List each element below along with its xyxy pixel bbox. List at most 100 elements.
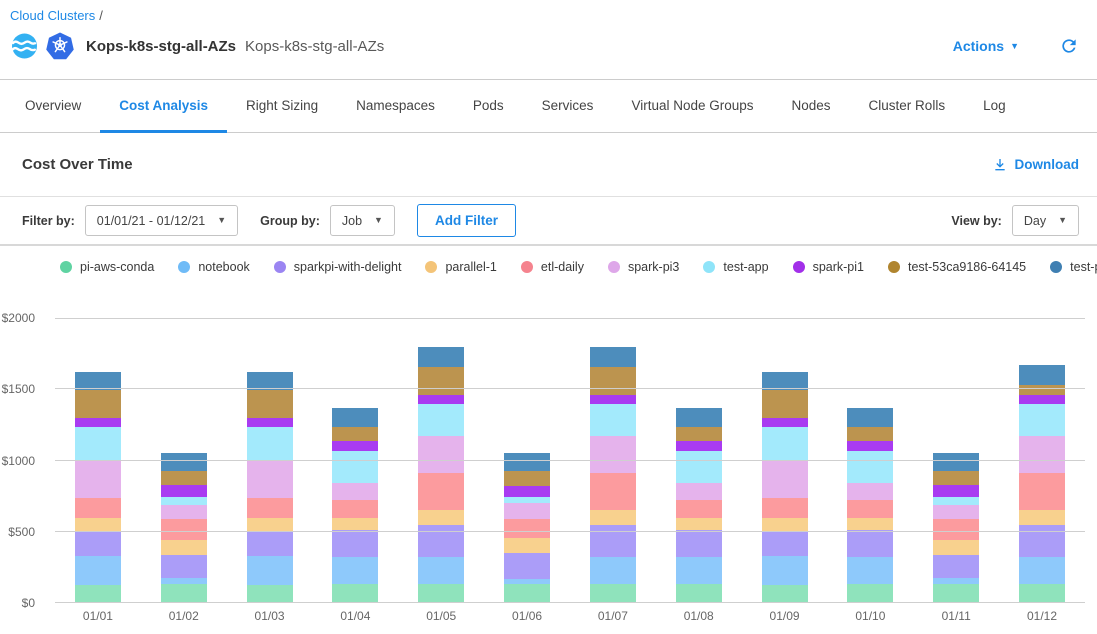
bar-segment-spark-pi3[interactable]	[676, 483, 722, 500]
bar-segment-spark-pi1[interactable]	[933, 485, 979, 496]
bar-segment-notebook[interactable]	[847, 557, 893, 584]
breadcrumb-cloud-clusters-link[interactable]: Cloud Clusters	[10, 8, 95, 23]
bar-segment-sparkpi-with-delight[interactable]	[161, 555, 207, 578]
stacked-bar-01/04[interactable]	[332, 408, 378, 603]
tab-namespaces[interactable]: Namespaces	[337, 80, 454, 133]
bar-segment-spark-pi3[interactable]	[75, 461, 121, 498]
bar-segment-pi-aws-conda[interactable]	[933, 584, 979, 603]
bar-segment-notebook[interactable]	[247, 556, 293, 585]
bar-segment-pi-aws-conda[interactable]	[504, 584, 550, 603]
bar-segment-test-app[interactable]	[847, 451, 893, 483]
bar-segment-parallel-1[interactable]	[418, 510, 464, 524]
legend-item-parallel-1[interactable]: parallel-1	[425, 260, 496, 274]
bar-segment-test-app[interactable]	[332, 451, 378, 483]
bar-segment-etl-daily[interactable]	[75, 498, 121, 518]
bar-segment-spark-pi1[interactable]	[504, 486, 550, 497]
bar-segment-sparkpi-with-delight[interactable]	[332, 530, 378, 557]
bar-segment-spark-pi3[interactable]	[762, 461, 808, 498]
bar-segment-test-app[interactable]	[161, 497, 207, 505]
bar-segment-sparkpi-with-delight[interactable]	[590, 525, 636, 557]
bar-segment-sparkpi-with-delight[interactable]	[418, 525, 464, 557]
bar-segment-parallel-1[interactable]	[504, 538, 550, 553]
bar-segment-spark-pi1[interactable]	[847, 441, 893, 450]
bar-segment-pi-aws-conda[interactable]	[676, 584, 722, 603]
bar-segment-etl-daily[interactable]	[590, 473, 636, 511]
bar-segment-test-53ca9186-64145[interactable]	[933, 471, 979, 485]
bar-segment-test-app[interactable]	[418, 404, 464, 435]
bar-segment-sparkpi-with-delight[interactable]	[1019, 525, 1065, 557]
bar-segment-sparkpi-with-delight[interactable]	[676, 530, 722, 557]
bar-segment-spark-pi1[interactable]	[1019, 395, 1065, 404]
bar-segment-pi-aws-conda[interactable]	[762, 585, 808, 603]
stacked-bar-01/01[interactable]	[75, 372, 121, 603]
bar-segment-pi-aws-conda[interactable]	[75, 585, 121, 603]
download-button[interactable]: Download	[992, 157, 1080, 173]
bar-segment-test-53ca9186-64145[interactable]	[75, 390, 121, 418]
tab-cluster-rolls[interactable]: Cluster Rolls	[850, 80, 965, 133]
bar-segment-parallel-1[interactable]	[247, 518, 293, 532]
tab-pods[interactable]: Pods	[454, 80, 523, 133]
bar-segment-test-pkix[interactable]	[1019, 365, 1065, 385]
legend-item-etl-daily[interactable]: etl-daily	[521, 260, 584, 274]
bar-segment-etl-daily[interactable]	[418, 473, 464, 511]
bar-segment-test-53ca9186-64145[interactable]	[590, 367, 636, 396]
actions-button[interactable]: Actions ▼	[953, 38, 1019, 54]
bar-segment-etl-daily[interactable]	[676, 500, 722, 518]
bar-segment-spark-pi3[interactable]	[332, 483, 378, 500]
bar-segment-spark-pi3[interactable]	[933, 505, 979, 519]
bar-segment-etl-daily[interactable]	[504, 519, 550, 538]
bar-segment-sparkpi-with-delight[interactable]	[762, 532, 808, 556]
tab-virtual-node-groups[interactable]: Virtual Node Groups	[612, 80, 772, 133]
bar-segment-spark-pi1[interactable]	[332, 441, 378, 450]
add-filter-button[interactable]: Add Filter	[417, 204, 516, 237]
stacked-bar-01/02[interactable]	[161, 453, 207, 603]
stacked-bar-01/05[interactable]	[418, 347, 464, 603]
bar-segment-parallel-1[interactable]	[75, 518, 121, 532]
bar-segment-test-53ca9186-64145[interactable]	[1019, 385, 1065, 395]
bar-segment-test-53ca9186-64145[interactable]	[504, 471, 550, 485]
tab-right-sizing[interactable]: Right Sizing	[227, 80, 337, 133]
bar-segment-test-app[interactable]	[247, 427, 293, 460]
bar-segment-pi-aws-conda[interactable]	[418, 584, 464, 603]
legend-item-pi-aws-conda[interactable]: pi-aws-conda	[60, 260, 154, 274]
bar-segment-pi-aws-conda[interactable]	[161, 584, 207, 603]
bar-segment-parallel-1[interactable]	[847, 518, 893, 531]
bar-segment-parallel-1[interactable]	[676, 518, 722, 531]
view-by-select[interactable]: Day ▼	[1012, 205, 1079, 236]
bar-segment-test-app[interactable]	[1019, 404, 1065, 435]
bar-segment-etl-daily[interactable]	[933, 519, 979, 540]
bar-segment-spark-pi3[interactable]	[504, 503, 550, 519]
bar-segment-test-53ca9186-64145[interactable]	[161, 471, 207, 485]
stacked-bar-01/09[interactable]	[762, 372, 808, 603]
bar-segment-pi-aws-conda[interactable]	[247, 585, 293, 603]
bar-segment-spark-pi1[interactable]	[590, 395, 636, 404]
bar-segment-test-53ca9186-64145[interactable]	[418, 367, 464, 396]
legend-item-spark-pi1[interactable]: spark-pi1	[793, 260, 864, 274]
bar-segment-spark-pi1[interactable]	[75, 418, 121, 427]
legend-item-test-app[interactable]: test-app	[703, 260, 768, 274]
bar-segment-spark-pi3[interactable]	[161, 505, 207, 519]
bar-segment-test-53ca9186-64145[interactable]	[676, 427, 722, 441]
bar-segment-test-app[interactable]	[590, 404, 636, 435]
bar-segment-etl-daily[interactable]	[161, 519, 207, 540]
bar-segment-etl-daily[interactable]	[247, 498, 293, 518]
bar-segment-test-app[interactable]	[933, 497, 979, 505]
legend-item-test-53ca9186-64145[interactable]: test-53ca9186-64145	[888, 260, 1026, 274]
bar-segment-etl-daily[interactable]	[847, 500, 893, 518]
bar-segment-sparkpi-with-delight[interactable]	[933, 555, 979, 578]
tab-cost-analysis[interactable]: Cost Analysis	[100, 80, 227, 133]
bar-segment-parallel-1[interactable]	[161, 540, 207, 556]
bar-segment-test-pkix[interactable]	[418, 347, 464, 367]
bar-segment-notebook[interactable]	[590, 557, 636, 585]
bar-segment-pi-aws-conda[interactable]	[847, 584, 893, 603]
bar-segment-parallel-1[interactable]	[332, 518, 378, 531]
bar-segment-test-pkix[interactable]	[590, 347, 636, 367]
bar-segment-test-pkix[interactable]	[332, 408, 378, 427]
stacked-bar-01/06[interactable]	[504, 453, 550, 603]
bar-segment-spark-pi3[interactable]	[1019, 436, 1065, 473]
legend-item-test-pkix[interactable]: test-pkix	[1050, 260, 1097, 274]
stacked-bar-01/12[interactable]	[1019, 365, 1065, 603]
bar-segment-spark-pi3[interactable]	[590, 436, 636, 473]
stacked-bar-01/10[interactable]	[847, 408, 893, 603]
stacked-bar-01/07[interactable]	[590, 347, 636, 603]
